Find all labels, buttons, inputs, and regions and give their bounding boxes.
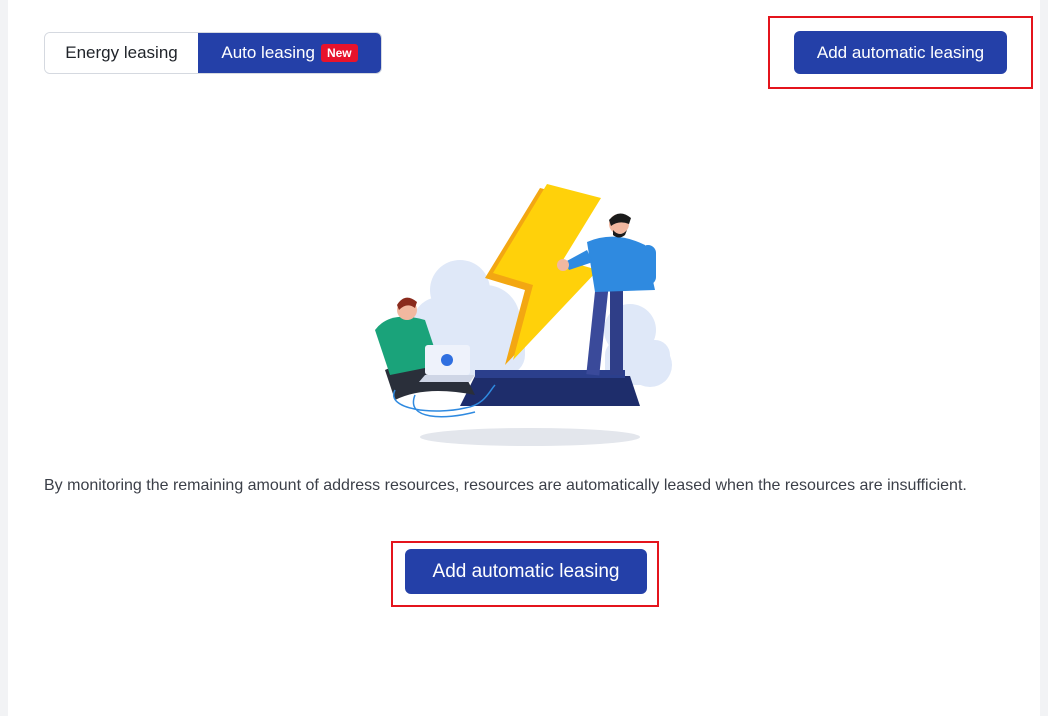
platform	[460, 370, 640, 406]
empty-state-description: By monitoring the remaining amount of ad…	[44, 477, 967, 494]
tab-auto-leasing[interactable]: Auto leasing New	[198, 33, 381, 73]
leasing-tabs: Energy leasing Auto leasing New	[44, 32, 382, 74]
energy-illustration	[375, 184, 672, 446]
ground-shadow	[420, 428, 640, 446]
add-automatic-leasing-button-top[interactable]: Add automatic leasing	[794, 31, 1007, 74]
add-automatic-leasing-button-center[interactable]: Add automatic leasing	[405, 549, 647, 594]
new-badge: New	[320, 44, 358, 62]
tab-energy-leasing[interactable]: Energy leasing	[45, 33, 198, 73]
tab-auto-leasing-label: Auto leasing	[221, 43, 315, 62]
tab-energy-leasing-label: Energy leasing	[65, 43, 178, 62]
